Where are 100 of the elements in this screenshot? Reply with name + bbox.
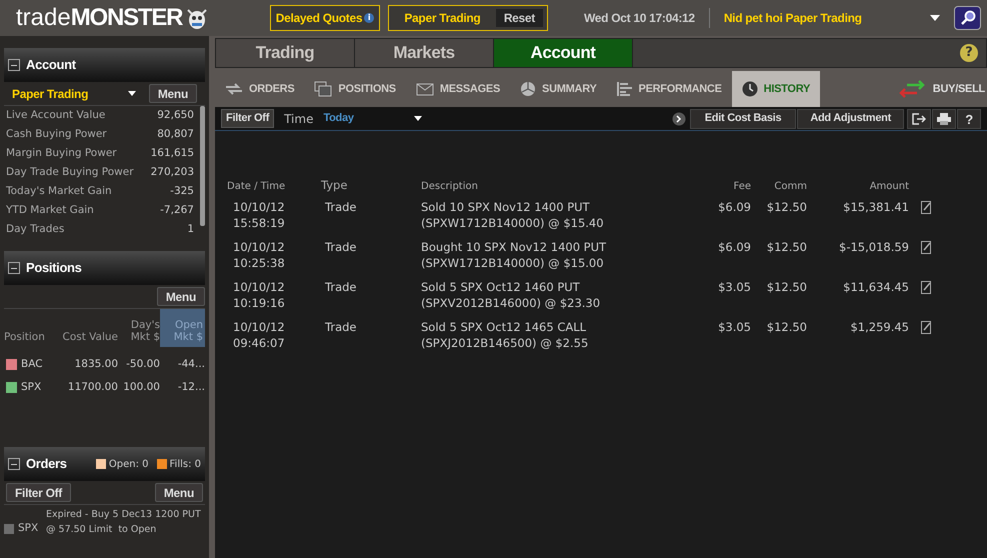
section-tab[interactable]: POSITIONS <box>304 71 406 107</box>
type-cell-text: Trade <box>324 199 358 216</box>
date-time-cell-text: 10/10/12 10:19:16 <box>232 279 286 312</box>
section-title: Positions <box>26 259 82 278</box>
arrows-icon <box>225 83 243 95</box>
comm-cell-text: $12.50 <box>766 239 807 256</box>
info-icon[interactable]: i <box>364 13 374 23</box>
search-button[interactable] <box>954 6 981 30</box>
menu-button[interactable]: Filter Off <box>6 483 71 502</box>
column-header[interactable]: Day's Mkt $ <box>118 309 160 347</box>
main-tab[interactable]: Account <box>494 39 633 67</box>
account-selector[interactable]: Paper Trading <box>12 84 149 102</box>
pie-chart-icon <box>520 81 536 97</box>
delayed-quotes-label: Delayed Quotes <box>276 10 362 27</box>
edit-icon[interactable] <box>921 281 932 294</box>
account-name: Nid pet hoi Paper Trading <box>724 10 862 27</box>
day-mkt-value: 100.00 <box>122 380 160 395</box>
menu-button[interactable]: Menu <box>156 287 205 306</box>
print-icon <box>937 112 951 124</box>
dropdown-arrow-icon <box>128 91 136 96</box>
section-tab[interactable]: SUMMARY <box>510 71 607 107</box>
type-cell-text: Trade <box>324 279 358 296</box>
date-time-cell-text: 10/10/12 09:46:07 <box>232 319 286 352</box>
order-description: Expired - Buy 5 Dec13 1200 PUT @ 57.50 Limit to Open <box>46 508 202 537</box>
position-symbol: SPX <box>21 380 42 395</box>
bar-list-icon <box>616 81 633 97</box>
type-cell-text: Trade <box>324 239 358 256</box>
amount-cell-text: $15,381.41 <box>842 199 909 216</box>
description-cell-text: Sold 5 SPX Oct12 1460 PUT (SPXV2012B146000) @ $23.30 <box>421 279 602 312</box>
date-time: Wed Oct 10 17:04:12 <box>584 10 695 27</box>
print-button[interactable] <box>932 108 956 128</box>
edit-icon[interactable] <box>921 241 932 254</box>
edit-icon[interactable] <box>921 321 932 334</box>
account-label: Day Trade Buying Power <box>6 164 134 180</box>
position-symbol: BAC <box>21 356 43 372</box>
column-header: Type <box>320 177 348 194</box>
edit-icon[interactable] <box>921 201 932 214</box>
date-time-cell-text: 10/10/12 15:58:19 <box>232 199 286 232</box>
scrollbar[interactable] <box>200 106 205 226</box>
swap-arrows-icon <box>898 80 925 98</box>
help-button[interactable]: ? <box>957 108 981 128</box>
column-header: Comm <box>773 180 807 194</box>
cost-value: 11700.00 <box>66 380 118 395</box>
delayed-quotes-badge[interactable]: Delayed Quotes i <box>270 5 380 31</box>
column-header[interactable]: Cost Value <box>60 309 118 347</box>
order-symbol: SPX <box>18 521 40 536</box>
section-tab[interactable]: MESSAGES <box>406 71 510 107</box>
logo[interactable]: tradeMONSTER <box>16 6 182 30</box>
section-tab[interactable]: HISTORY <box>732 71 820 107</box>
envelope-icon <box>416 82 434 96</box>
export-button[interactable] <box>907 108 931 128</box>
filter-button[interactable]: Filter Off <box>221 109 274 128</box>
windows-icon <box>314 81 332 97</box>
comm-cell-text: $12.50 <box>766 319 807 336</box>
account-label: Today's Market Gain <box>6 184 112 199</box>
account-label: Day Trades <box>6 222 64 237</box>
main-tab[interactable]: Trading <box>216 39 355 67</box>
column-header: Description <box>421 180 479 194</box>
account-value: 270,203 <box>150 164 194 180</box>
section-title: Orders <box>26 455 67 474</box>
section-tab[interactable]: ORDERS <box>215 71 304 107</box>
collapse-icon[interactable] <box>8 59 20 71</box>
export-icon <box>912 112 926 124</box>
help-icon[interactable]: ? <box>960 44 978 62</box>
fee-cell-text: $6.09 <box>717 239 751 256</box>
open-mkt-value: -12... <box>176 380 205 395</box>
day-mkt-value: -50.00 <box>125 356 160 372</box>
account-value: 92,650 <box>157 108 194 123</box>
account-value: -325 <box>170 184 194 199</box>
collapse-icon[interactable] <box>8 262 20 274</box>
amount-cell-text: $11,634.45 <box>842 279 909 296</box>
edit-cost-basis-button[interactable]: Edit Cost Basis <box>690 108 796 128</box>
column-header: Fee <box>732 180 751 194</box>
account-value: 80,807 <box>157 126 194 142</box>
menu-button[interactable]: Menu <box>148 84 197 103</box>
description-cell-text: Sold 10 SPX Nov12 1400 PUT (SPXW1712B140000) @ $15.40 <box>421 199 605 232</box>
amount-cell-text: $1,259.45 <box>849 319 909 336</box>
paper-trading-label: Paper Trading <box>403 10 482 27</box>
add-adjustment-button[interactable]: Add Adjustment <box>797 108 904 128</box>
clock-icon <box>742 81 758 97</box>
account-label: Cash Buying Power <box>6 126 107 142</box>
cost-value: 1835.00 <box>74 356 118 372</box>
collapse-icon[interactable] <box>8 458 20 470</box>
type-cell-text: Trade <box>324 319 358 336</box>
account-value: 161,615 <box>150 146 194 161</box>
amount-cell-text: $-15,018.59 <box>838 239 909 256</box>
column-header[interactable]: Position <box>4 309 60 347</box>
open-mkt-value: -44... <box>176 356 205 372</box>
reset-button[interactable]: Reset <box>496 9 543 27</box>
search-icon <box>960 10 976 26</box>
section-tab[interactable]: PERFORMANCE <box>606 71 732 107</box>
section-title: Account <box>26 56 76 74</box>
menu-button[interactable]: Menu <box>154 483 203 502</box>
buy-sell-button[interactable]: BUY/SELL <box>898 71 987 107</box>
time-dropdown[interactable]: Today <box>323 110 422 127</box>
account-label: YTD Market Gain <box>6 202 94 218</box>
account-value: 1 <box>187 222 194 237</box>
dropdown-arrow-icon <box>414 116 422 121</box>
dropdown-arrow-icon[interactable] <box>930 15 940 21</box>
main-tab[interactable]: Markets <box>355 39 494 67</box>
